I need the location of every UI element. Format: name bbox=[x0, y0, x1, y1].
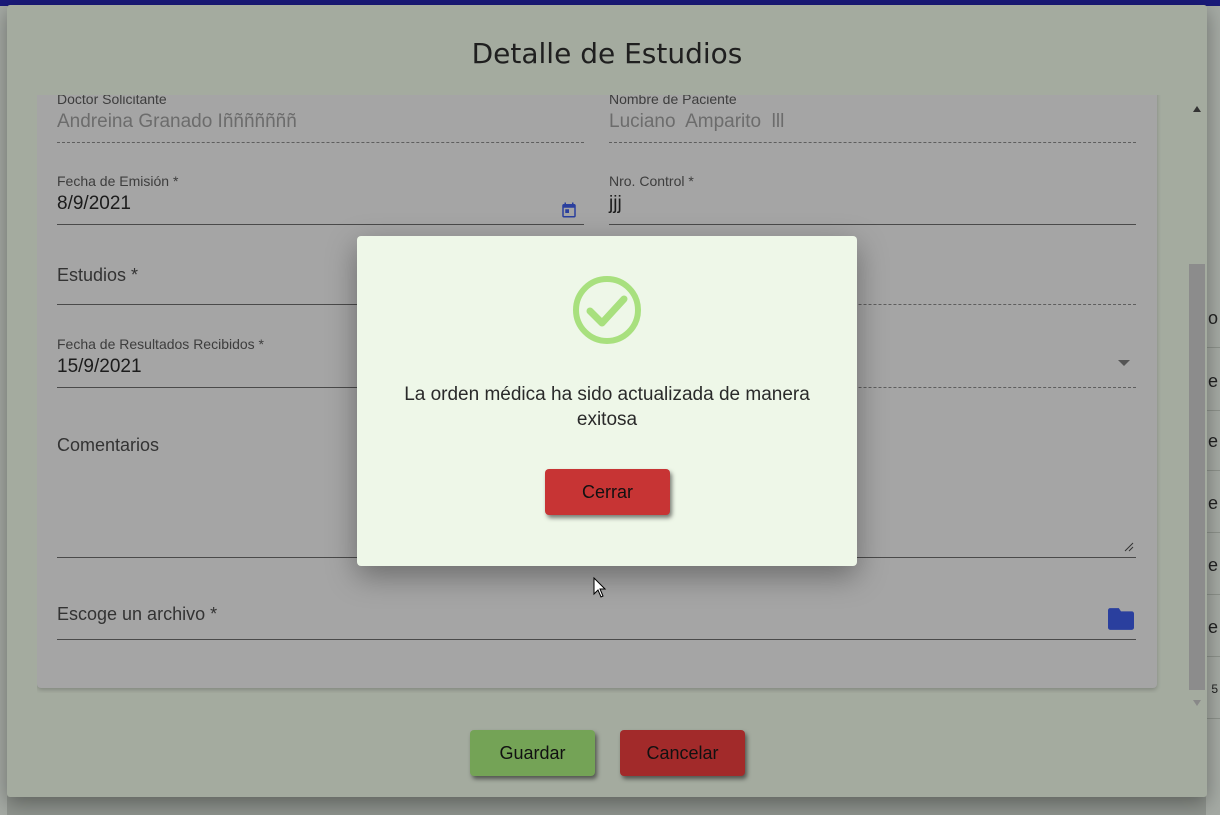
background-cell: e bbox=[1206, 535, 1220, 595]
scroll-thumb[interactable] bbox=[1189, 264, 1205, 690]
emission-date-label: Fecha de Emisión * bbox=[57, 173, 179, 189]
dialog-title: Detalle de Estudios bbox=[471, 37, 743, 70]
patient-value: Luciano Amparito lll bbox=[609, 111, 785, 132]
resize-grip-icon[interactable] bbox=[1124, 542, 1134, 552]
doctor-value: Andreina Granado Iñññññññ bbox=[57, 111, 297, 132]
background-cell: e bbox=[1206, 411, 1220, 471]
control-number-input[interactable]: jjj bbox=[609, 193, 1136, 217]
field-underline bbox=[609, 142, 1136, 143]
background-cell: e bbox=[1206, 351, 1220, 411]
control-number-field[interactable]: Nro. Control * jjj bbox=[609, 173, 1136, 225]
doctor-label: Doctor Solicitante bbox=[57, 95, 167, 107]
emission-date-field[interactable]: Fecha de Emisión * 8/9/2021 bbox=[57, 173, 584, 225]
field-underline bbox=[57, 224, 584, 225]
close-button[interactable]: Cerrar bbox=[545, 469, 670, 515]
emission-date-input[interactable]: 8/9/2021 bbox=[57, 193, 584, 217]
cancel-button[interactable]: Cancelar bbox=[620, 730, 745, 776]
background-cell: o bbox=[1206, 288, 1220, 348]
scroll-down-icon[interactable] bbox=[1193, 700, 1201, 706]
success-alert: La orden médica ha sido actualizada de m… bbox=[357, 236, 857, 566]
field-underline bbox=[609, 224, 1136, 225]
save-button[interactable]: Guardar bbox=[470, 730, 595, 776]
background-cell: e bbox=[1206, 473, 1220, 533]
patient-label: Nombre de Paciente bbox=[609, 95, 737, 107]
file-field[interactable]: Escoge un archivo * bbox=[57, 598, 1136, 640]
background-table-edge: o e e e e e 5 bbox=[1206, 6, 1220, 815]
alert-message: La orden médica ha sido actualizada de m… bbox=[404, 384, 810, 430]
background-cell: e bbox=[1206, 597, 1220, 657]
patient-field: Nombre de Paciente Luciano Amparito lll bbox=[609, 95, 1136, 143]
form-scrollbar[interactable] bbox=[1189, 100, 1205, 710]
background-cell: 5 bbox=[1206, 659, 1220, 719]
control-number-label: Nro. Control * bbox=[609, 173, 694, 189]
field-underline bbox=[57, 142, 584, 143]
folder-icon[interactable] bbox=[1108, 608, 1134, 630]
background-left-edge bbox=[0, 6, 7, 815]
check-circle-icon bbox=[573, 276, 641, 344]
scroll-up-icon[interactable] bbox=[1193, 106, 1201, 112]
dropdown-arrow-icon[interactable] bbox=[1118, 360, 1130, 366]
file-placeholder: Escoge un archivo * bbox=[57, 604, 218, 624]
calendar-icon[interactable] bbox=[560, 201, 578, 219]
doctor-field: Doctor Solicitante Andreina Granado Iñññ… bbox=[57, 95, 584, 143]
mouse-cursor-icon bbox=[593, 577, 607, 598]
field-underline bbox=[57, 639, 1136, 640]
